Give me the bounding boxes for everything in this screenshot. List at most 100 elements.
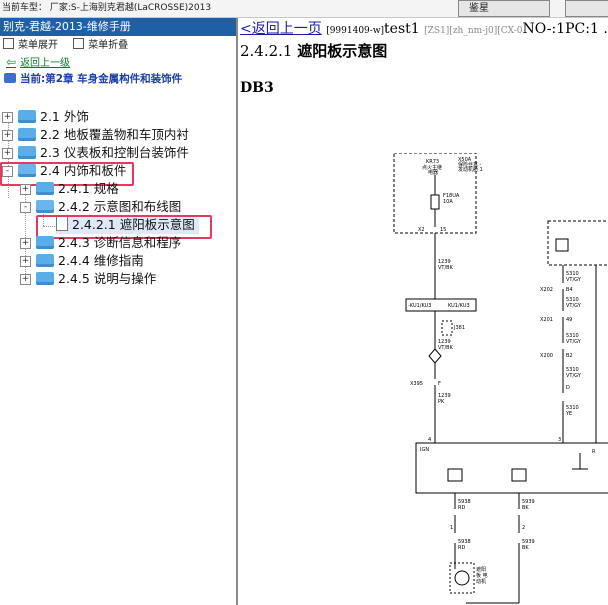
- manual-tree-pane: 别克-君越-2013-维修手册 菜单展开 菜单折叠 ⇦ 返回上一级 当前:第2章 …: [0, 18, 238, 605]
- wire-rd-b: RD: [458, 545, 465, 551]
- r-label: R: [592, 449, 596, 455]
- back-up-level-label: 返回上一级: [20, 58, 71, 69]
- tree-item-label: 2.3 仪表板和控制台装饰件: [40, 145, 189, 160]
- pin-1: 1: [450, 525, 453, 531]
- tree-item-label: 2.1 外饰: [40, 109, 89, 124]
- toolbar-button-2[interactable]: [565, 0, 608, 17]
- current-chapter-label: 当前:第2章 车身金属构件和装饰件: [20, 73, 183, 85]
- collapse-toggle[interactable]: -: [20, 202, 31, 213]
- nav-test: test1: [384, 21, 420, 37]
- fuse-sub2: 电器: [428, 169, 438, 176]
- expand-toggle[interactable]: +: [20, 184, 31, 195]
- back-arrow-icon: ⇦: [6, 55, 17, 69]
- pin-b2: B2: [566, 353, 573, 359]
- tree-item-2-4-1[interactable]: + 2.4.1 规格: [20, 180, 119, 198]
- pin-3: 3: [558, 437, 561, 443]
- collapse-icon: [73, 38, 85, 49]
- x202-label: X202: [540, 287, 553, 293]
- pin-b4: B4: [566, 287, 573, 293]
- nav-line: <返回上一页 [9991409-w]test1 [ZS1][zh_nm-j0][…: [240, 18, 608, 38]
- expand-toggle[interactable]: +: [2, 148, 13, 159]
- tree-item-label: 2.4.3 诊断信息和程序: [58, 235, 182, 250]
- wire-pk: PK: [438, 399, 445, 405]
- open-folder-icon: [36, 200, 54, 213]
- tree-item-label: 2.2 地板覆盖物和车顶内衬: [40, 127, 189, 142]
- manual-title: 别克-君越-2013-维修手册: [0, 18, 236, 36]
- tree-item-label: 2.4.1 规格: [58, 181, 119, 196]
- x395-label: X395: [410, 381, 423, 387]
- x201-label: X201: [540, 317, 553, 323]
- pin-2: 2: [522, 525, 525, 531]
- motor-label-2: 板 电: [476, 572, 488, 579]
- expand-toggle[interactable]: +: [20, 256, 31, 267]
- document-pane: <返回上一页 [9991409-w]test1 [ZS1][zh_nm-j0][…: [238, 18, 608, 605]
- identify-button[interactable]: 鉴星: [458, 0, 550, 17]
- wire-rd: RD: [458, 505, 465, 511]
- connector-b: KU1/KU3: [448, 303, 470, 309]
- wire-ye: YE: [565, 411, 572, 417]
- menu-collapse-label: 菜单折叠: [88, 40, 129, 51]
- fuse-note3: 发动机舱 1: [458, 166, 483, 173]
- ign-label: IGN: [420, 447, 429, 453]
- x200-label: X200: [540, 353, 553, 359]
- tree-item-label: 2.4.5 说明与操作: [58, 271, 157, 286]
- wire-vtbk: VT/BK: [438, 265, 454, 271]
- page-title: 2.4.2.1 遮阳板示意图: [240, 40, 387, 61]
- j381-label: J381: [453, 325, 465, 331]
- back-page-link[interactable]: <返回上一页: [240, 21, 322, 37]
- menu-collapse-button[interactable]: 菜单折叠: [73, 38, 129, 51]
- x2-pin: 15: [440, 227, 446, 233]
- nav-code: [9991409-w]: [326, 26, 385, 36]
- back-up-level-link[interactable]: ⇦ 返回上一级: [6, 54, 70, 69]
- menu-toolbar: 菜单展开 菜单折叠: [0, 36, 236, 56]
- pin-f: F: [438, 381, 441, 387]
- wire-vtgy: VT/GY: [566, 277, 582, 283]
- tree-item-2-4-5[interactable]: + 2.4.5 说明与操作: [20, 270, 156, 288]
- folder-icon: [18, 146, 36, 159]
- nav-tail: NO-:1PC:1 .2: [522, 21, 608, 37]
- computer-icon: [4, 73, 16, 83]
- tree-item-2-4-2[interactable]: - 2.4.2 示意图和布线图: [20, 198, 181, 216]
- fuse-amp: 10A: [443, 199, 453, 205]
- folder-icon: [36, 236, 54, 249]
- pin-d: D: [566, 385, 570, 391]
- expand-toggle[interactable]: +: [2, 112, 13, 123]
- wire-bk: BK: [522, 505, 529, 511]
- connector-a: -KU1/KU3: [408, 303, 431, 309]
- wire-bk-b: BK: [522, 545, 529, 551]
- expand-toggle[interactable]: +: [2, 130, 13, 141]
- wire-vtbk-b: VT/BK: [438, 345, 454, 351]
- folder-icon: [18, 128, 36, 141]
- wiring-diagram: KR73 点火主继 电器 X50A 保险丝盒 - 发动机舱 1 F18UA 10…: [393, 153, 608, 604]
- wire-vtgy-c: VT/GY: [566, 339, 582, 345]
- wire-vtgy-d: VT/GY: [566, 373, 582, 379]
- tree-item-2-1[interactable]: + 2.1 外饰: [2, 108, 89, 126]
- tree-item-label: 2.4.2 示意图和布线图: [58, 199, 182, 214]
- vehicle-label: 当前车型： 厂家:S-上海别克君越(LaCROSSE)2013: [2, 3, 212, 13]
- wire-vtgy-b: VT/GY: [566, 303, 582, 309]
- current-chapter: 当前:第2章 车身金属构件和装饰件: [4, 71, 182, 86]
- folder-icon: [36, 182, 54, 195]
- folder-icon: [36, 254, 54, 267]
- menu-expand-label: 菜单展开: [18, 40, 58, 51]
- tree-item-2-4-4[interactable]: + 2.4.4 维修指南: [20, 252, 144, 270]
- expand-icon: [3, 38, 14, 49]
- module-box: [415, 442, 608, 494]
- tree-item-label: 2.4.4 维修指南: [58, 253, 144, 268]
- tree-item-2-3[interactable]: + 2.3 仪表板和控制台装饰件: [2, 144, 189, 162]
- tree-item-2-2[interactable]: + 2.2 地板覆盖物和车顶内衬: [2, 126, 189, 144]
- tree-item-2-4-3[interactable]: + 2.4.3 诊断信息和程序: [20, 234, 181, 252]
- motor-label-3: 动机: [476, 578, 486, 585]
- menu-expand-button[interactable]: 菜单展开: [3, 38, 58, 51]
- folder-icon: [18, 110, 36, 123]
- folder-icon: [36, 272, 54, 285]
- expand-toggle[interactable]: +: [20, 238, 31, 249]
- page-title-text: 遮阳板示意图: [297, 42, 388, 60]
- expand-toggle[interactable]: +: [20, 274, 31, 285]
- page-title-number: 2.4.2.1: [240, 42, 293, 60]
- top-toolbar: 当前车型： 厂家:S-上海别克君越(LaCROSSE)2013 鉴星: [0, 0, 608, 18]
- nav-gray-code: [ZS1][zh_nm-j0][CX-0: [424, 26, 523, 36]
- db3-label: DB3: [240, 80, 274, 96]
- x2-label: X2: [418, 227, 425, 233]
- motor-label-1: 遮阳: [476, 566, 486, 573]
